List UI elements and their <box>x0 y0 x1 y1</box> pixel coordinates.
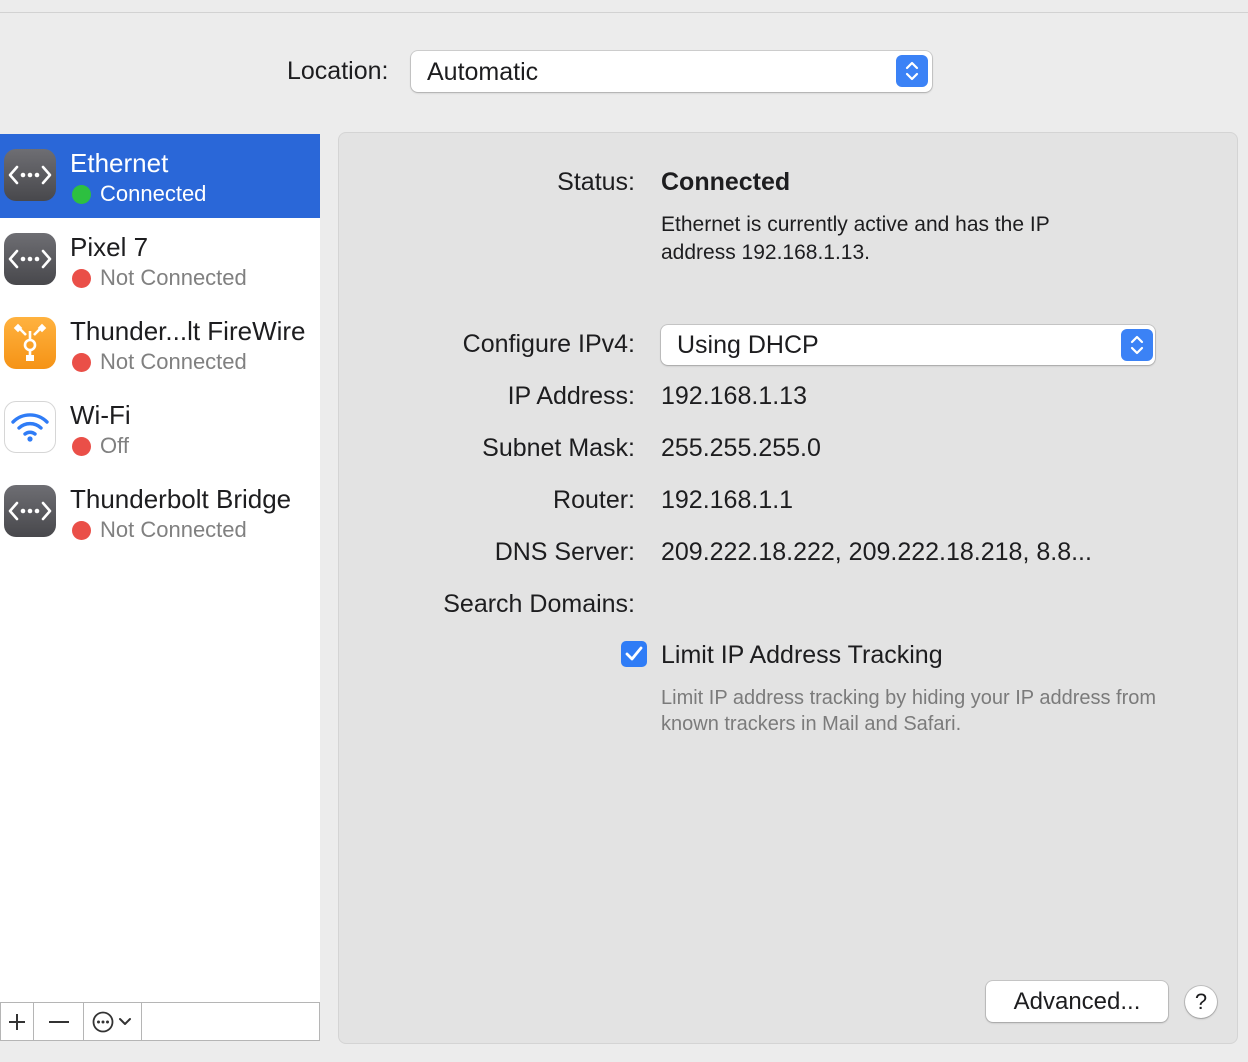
toolbar-spacer <box>142 1003 319 1040</box>
subnet-mask-value: 255.255.255.0 <box>661 434 821 462</box>
location-popup[interactable]: Automatic <box>411 51 932 92</box>
location-value: Automatic <box>427 58 539 86</box>
service-status: Not Connected <box>100 517 247 542</box>
popup-stepper-icon <box>896 55 928 87</box>
firewire-icon <box>4 317 56 369</box>
service-item-thunderbolt-firewire[interactable]: Thunder...lt FireWire Not Connected <box>0 302 320 386</box>
status-dot <box>72 353 91 372</box>
service-item-pixel-7[interactable]: Pixel 7 Not Connected <box>0 218 320 302</box>
service-name: Ethernet <box>70 148 169 178</box>
ellipsis-circle-icon <box>92 1011 131 1032</box>
search-domains-label: Search Domains: <box>443 590 635 618</box>
help-button[interactable]: ? <box>1185 986 1217 1018</box>
service-list[interactable]: Ethernet Connected Pixel 7 Not Connected… <box>0 134 320 1002</box>
action-menu-button[interactable] <box>84 1003 142 1040</box>
remove-service-button[interactable] <box>34 1003 84 1040</box>
location-label: Location: <box>287 57 389 85</box>
limit-ip-tracking-label[interactable]: Limit IP Address Tracking <box>661 639 943 671</box>
service-item-wifi[interactable]: Wi-Fi Off <box>0 386 320 470</box>
status-label: Status: <box>557 168 635 196</box>
service-status: Not Connected <box>100 349 247 374</box>
status-description: Ethernet is currently active and has the… <box>661 213 1050 264</box>
service-name: Thunder...lt FireWire <box>70 316 306 346</box>
configure-ipv4-value: Using DHCP <box>677 331 819 359</box>
ip-address-label: IP Address: <box>507 382 635 410</box>
limit-ip-tracking-description: Limit IP address tracking by hiding your… <box>661 687 1157 735</box>
popup-stepper-icon <box>1121 329 1153 361</box>
service-detail-panel: Status: Connected Ethernet is currently … <box>338 132 1238 1044</box>
plus-icon <box>9 1013 25 1030</box>
status-dot <box>72 185 91 204</box>
service-status: Connected <box>100 181 207 206</box>
minus-icon <box>48 1020 69 1023</box>
status-value: Connected <box>661 168 791 196</box>
router-value: 192.168.1.1 <box>661 486 794 514</box>
status-dot <box>72 521 91 540</box>
advanced-button[interactable]: Advanced... <box>986 981 1168 1022</box>
ethernet-arrows-icon <box>4 485 56 537</box>
service-name: Pixel 7 <box>70 232 149 262</box>
configure-ipv4-label: Configure IPv4: <box>462 330 635 358</box>
dns-server-value: 209.222.18.222, 209.222.18.218, 8.8... <box>661 538 1092 566</box>
subnet-mask-label: Subnet Mask: <box>482 434 635 462</box>
router-label: Router: <box>553 486 635 514</box>
checkmark-icon <box>625 646 643 661</box>
service-name: Thunderbolt Bridge <box>70 484 292 514</box>
add-service-button[interactable] <box>1 1003 34 1040</box>
service-name: Wi-Fi <box>70 400 131 430</box>
ip-address-value: 192.168.1.13 <box>661 382 807 410</box>
ethernet-arrows-icon <box>4 233 56 285</box>
status-dot <box>72 437 91 456</box>
service-status: Not Connected <box>100 265 247 290</box>
window-top-divider <box>0 12 1248 13</box>
service-item-ethernet[interactable]: Ethernet Connected <box>0 134 320 218</box>
ethernet-arrows-icon <box>4 149 56 201</box>
service-item-thunderbolt-bridge[interactable]: Thunderbolt Bridge Not Connected <box>0 470 320 554</box>
limit-ip-tracking-checkbox[interactable] <box>621 641 647 667</box>
status-dot <box>72 269 91 288</box>
service-list-toolbar <box>0 1002 320 1041</box>
service-status: Off <box>100 433 129 458</box>
dns-server-label: DNS Server: <box>494 538 635 566</box>
wifi-icon <box>4 401 56 453</box>
configure-ipv4-popup[interactable]: Using DHCP <box>661 325 1155 365</box>
